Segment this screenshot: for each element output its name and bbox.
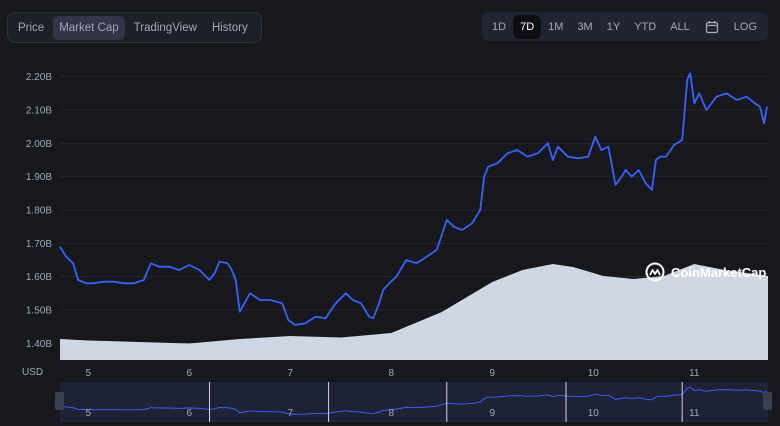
x-tick-label: 5 bbox=[85, 368, 91, 379]
currency-label: USD bbox=[22, 367, 43, 378]
navigator-tick-label: 6 bbox=[186, 408, 192, 419]
x-tick-label: 8 bbox=[388, 368, 394, 379]
x-tick-label: 7 bbox=[287, 368, 293, 379]
y-tick-label: 2.00B bbox=[26, 139, 52, 150]
y-tick-label: 1.40B bbox=[26, 339, 52, 350]
navigator-left-handle[interactable] bbox=[55, 392, 64, 410]
y-tick-label: 2.10B bbox=[26, 106, 52, 117]
brand-name: CoinMarketCap bbox=[671, 264, 767, 280]
y-tick-label: 1.90B bbox=[26, 172, 52, 183]
x-tick-label: 6 bbox=[186, 368, 192, 379]
y-tick-label: 1.80B bbox=[26, 206, 52, 217]
y-tick-label: 2.20B bbox=[26, 72, 52, 83]
navigator-tick-label: 11 bbox=[689, 408, 700, 419]
navigator-background[interactable] bbox=[60, 382, 768, 422]
x-tick-label: 10 bbox=[588, 368, 600, 379]
y-tick-label: 1.60B bbox=[26, 272, 52, 283]
navigator-tick-label: 8 bbox=[388, 408, 394, 419]
navigator-tick-label: 9 bbox=[489, 408, 495, 419]
x-tick-label: 11 bbox=[689, 368, 700, 379]
x-tick-label: 9 bbox=[489, 368, 495, 379]
navigator-tick-label: 10 bbox=[588, 408, 600, 419]
navigator-right-handle[interactable] bbox=[763, 392, 772, 410]
y-tick-label: 1.70B bbox=[26, 239, 52, 250]
market-cap-chart: 2.20B 2.10B 2.00B 1.90B 1.80B 1.70B 1.60B 1.50B… bbox=[22, 72, 772, 422]
y-tick-label: 1.50B bbox=[26, 306, 52, 317]
brand-watermark: CoinMarketCap bbox=[645, 262, 766, 282]
navigator-tick-label: 5 bbox=[85, 408, 91, 419]
coinmarketcap-logo-icon bbox=[645, 262, 665, 282]
navigator-tick-label: 7 bbox=[287, 408, 293, 419]
